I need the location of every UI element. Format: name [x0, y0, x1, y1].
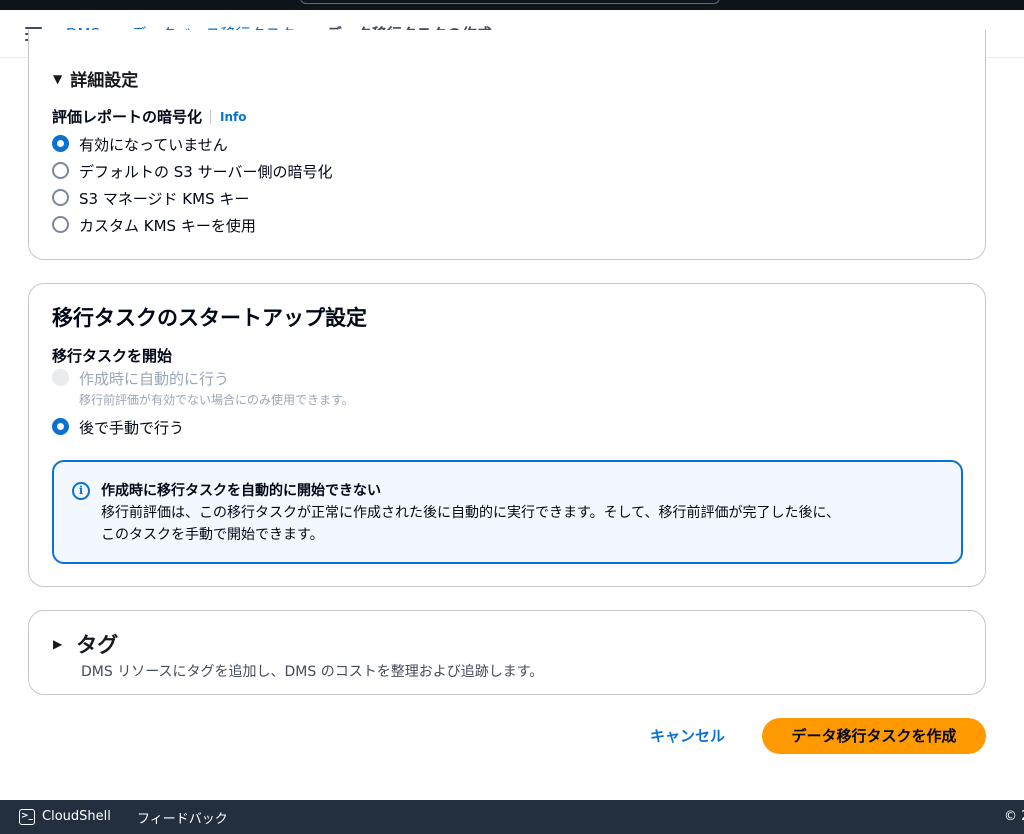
- radio-sublabel: 移行前評価が有効でない場合にのみ使用できます。: [79, 393, 354, 407]
- feedback-link[interactable]: フィードバック: [137, 808, 228, 827]
- cancel-button[interactable]: キャンセル: [640, 722, 735, 752]
- radio-label: 作成時に自動的に行う: [79, 370, 230, 388]
- radio-button[interactable]: [52, 189, 69, 206]
- alert-body-line: このタスクを手動で開始できます。: [101, 527, 324, 543]
- advanced-settings-label: 詳細設定: [70, 71, 139, 91]
- start-task-label: 移行タスクを開始: [52, 347, 173, 365]
- info-icon: i: [72, 482, 90, 500]
- caret-right-icon: ▶: [53, 637, 63, 651]
- alert-body-line: 移行前評価は、この移行タスクが正常に作成された後に自動的に実行できます。そして、…: [101, 505, 841, 521]
- startup-settings-panel: 移行タスクのスタートアップ設定 移行タスクを開始 作成時に自動的に行う 移行前評…: [28, 283, 986, 587]
- tags-panel: ▶ タグ DMS リソースにタグを追加し、DMS のコストを整理および追跡します…: [28, 610, 986, 695]
- start-option-manual[interactable]: 後で手動で行う: [52, 417, 184, 438]
- alert-body: 移行前評価は、この移行タスクが正常に作成された後に自動的に実行できます。そして、…: [101, 502, 951, 546]
- create-task-button[interactable]: データ移行タスクを作成: [762, 718, 986, 754]
- start-option-automatic: 作成時に自動的に行う 移行前評価が有効でない場合にのみ使用できます。: [52, 368, 354, 408]
- radio-label: 有効になっていません: [79, 136, 228, 154]
- footer-bar: >_ CloudShell フィードバック © 2: [0, 800, 1024, 834]
- radio-label: 後で手動で行う: [79, 419, 185, 437]
- radio-button[interactable]: [52, 418, 69, 435]
- encryption-field-header: 評価レポートの暗号化 Info: [52, 106, 247, 127]
- radio-label: デフォルトの S3 サーバー側の暗号化: [79, 163, 333, 181]
- encryption-option-s3-default[interactable]: デフォルトの S3 サーバー側の暗号化: [52, 161, 332, 182]
- radio-label: カスタム KMS キーを使用: [79, 217, 256, 235]
- radio-button[interactable]: [52, 162, 69, 179]
- tags-title: タグ: [76, 633, 119, 657]
- encryption-label: 評価レポートの暗号化: [52, 108, 203, 126]
- info-link[interactable]: Info: [210, 109, 247, 124]
- encryption-option-s3-kms[interactable]: S3 マネージド KMS キー: [52, 188, 249, 209]
- encryption-option-custom-kms[interactable]: カスタム KMS キーを使用: [52, 215, 256, 236]
- caret-down-icon: ▼: [53, 71, 63, 86]
- radio-button-disabled: [52, 369, 69, 386]
- copyright-text: © 2: [1004, 809, 1024, 824]
- radio-button[interactable]: [52, 135, 69, 152]
- cloudshell-icon[interactable]: >_: [19, 809, 35, 825]
- alert-title: 作成時に移行タスクを自動的に開始できない: [101, 483, 381, 499]
- top-navigation-edge: [0, 0, 1024, 10]
- search-bar-edge[interactable]: [300, 0, 720, 4]
- cloudshell-link[interactable]: CloudShell: [42, 809, 111, 824]
- tags-toggle[interactable]: ▶ タグ: [53, 629, 118, 659]
- advanced-settings-toggle[interactable]: ▼ 詳細設定: [53, 66, 138, 91]
- radio-label: S3 マネージド KMS キー: [79, 190, 250, 208]
- tags-description: DMS リソースにタグを追加し、DMS のコストを整理および追跡します。: [81, 664, 544, 680]
- startup-settings-title: 移行タスクのスタートアップ設定: [52, 306, 367, 330]
- encryption-option-none[interactable]: 有効になっていません: [52, 134, 228, 155]
- radio-button[interactable]: [52, 216, 69, 233]
- advanced-settings-panel: ▼ 詳細設定 評価レポートの暗号化 Info 有効になっていません デフォルトの…: [28, 30, 986, 260]
- info-alert: i 作成時に移行タスクを自動的に開始できない 移行前評価は、この移行タスクが正常…: [52, 460, 963, 564]
